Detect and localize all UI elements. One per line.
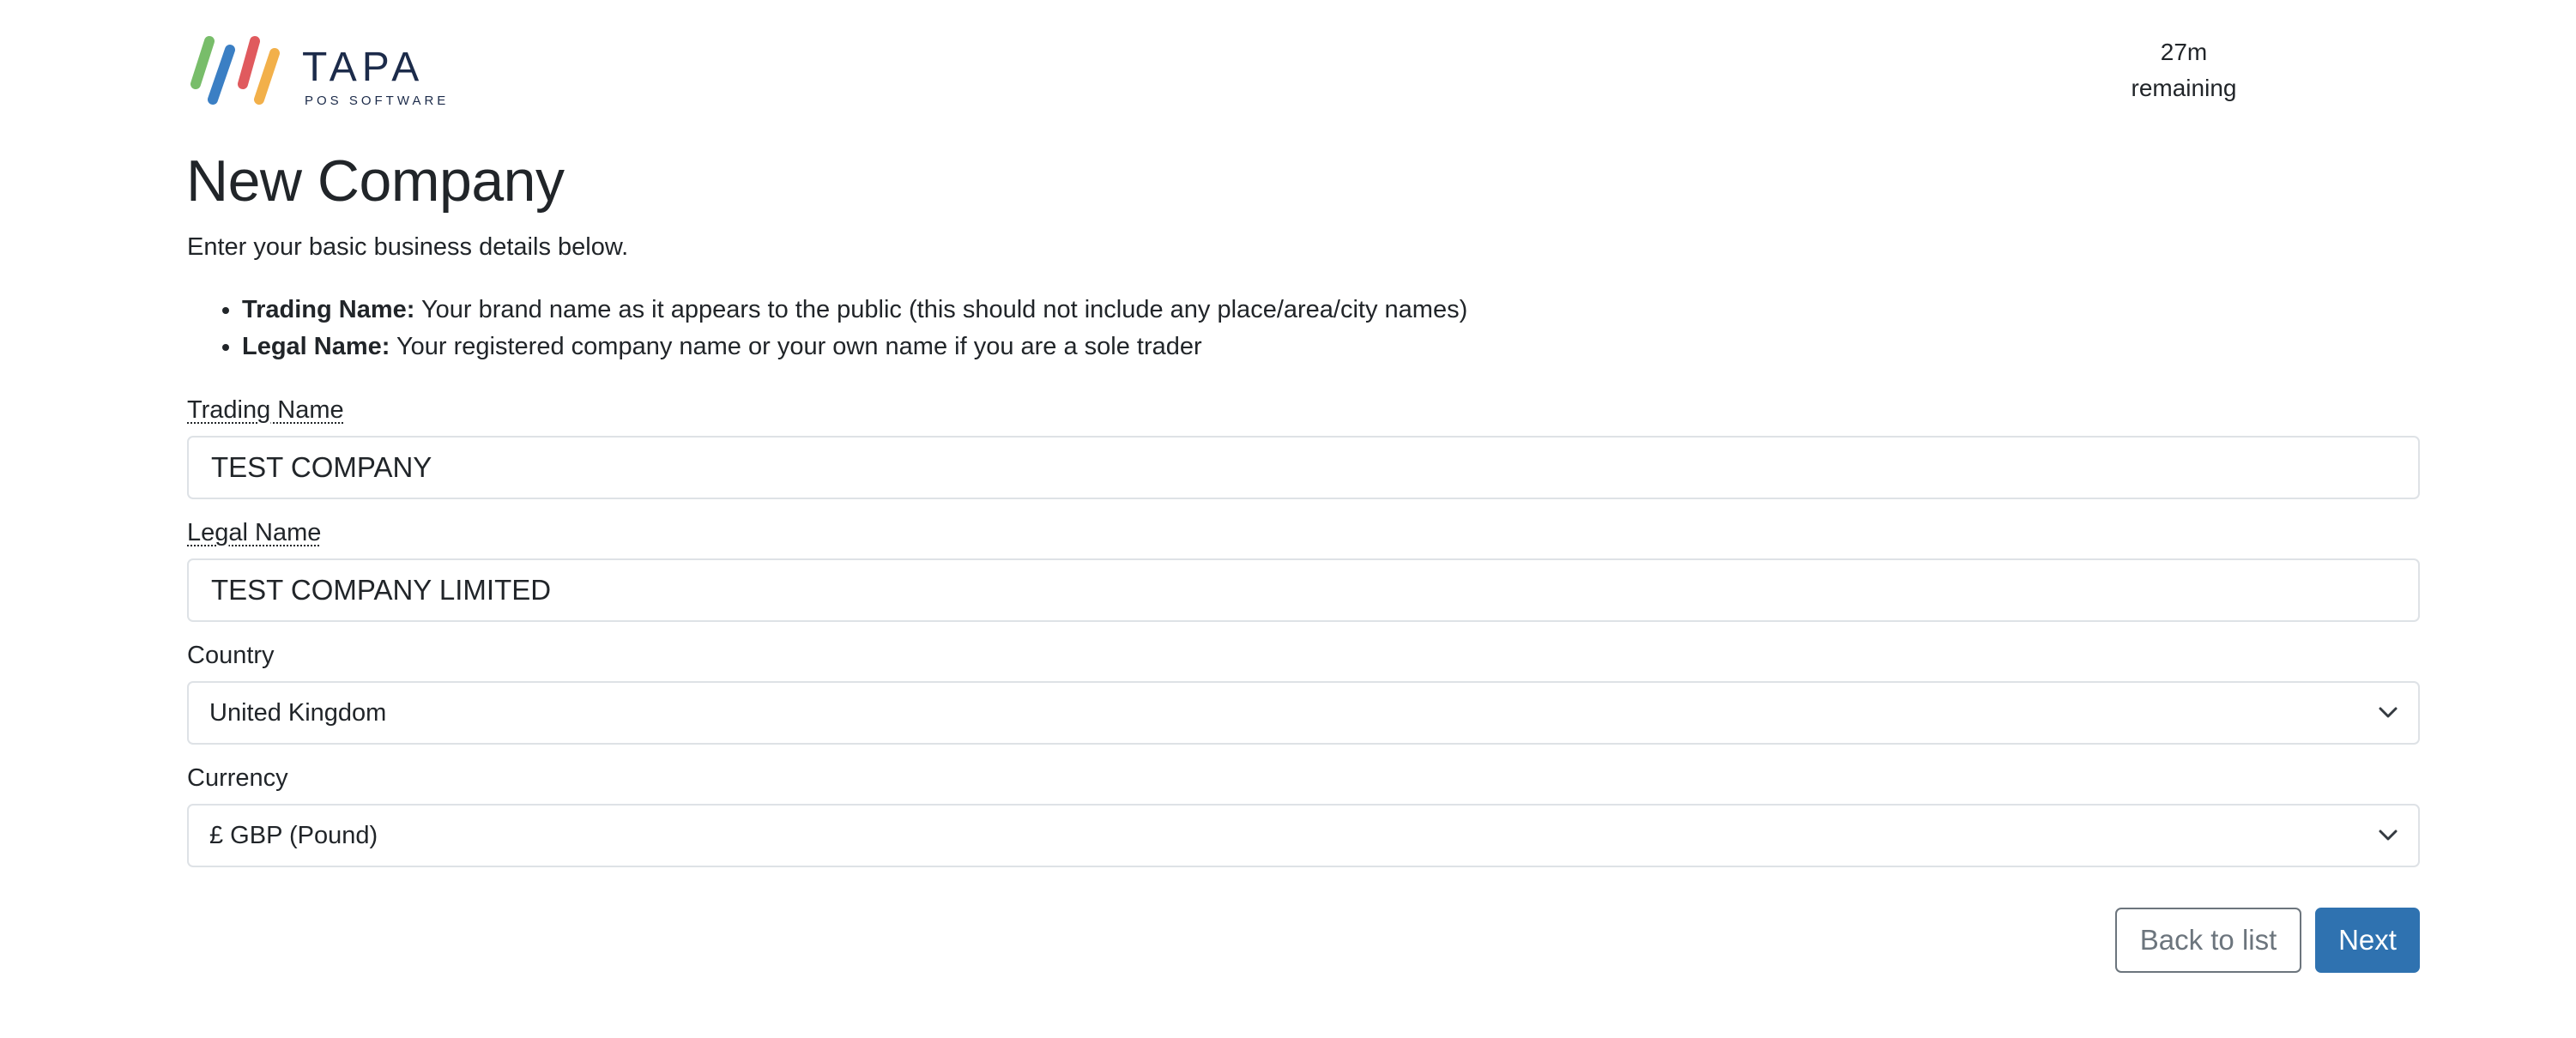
next-button[interactable]: Next bbox=[2315, 908, 2420, 973]
hint-trading-name: Trading Name: Your brand name as it appe… bbox=[242, 292, 1467, 329]
trading-name-field[interactable] bbox=[187, 436, 2420, 499]
currency-selected-value: £ GBP (Pound) bbox=[209, 821, 378, 849]
back-to-list-button[interactable]: Back to list bbox=[2115, 908, 2301, 973]
currency-label: Currency bbox=[187, 764, 288, 792]
tapa-logo[interactable]: TAPA POS SOFTWARE bbox=[187, 34, 453, 108]
hint-term: Legal Name: bbox=[242, 333, 390, 360]
session-timer: 27m remaining bbox=[2119, 34, 2248, 106]
hint-term: Trading Name: bbox=[242, 296, 415, 323]
hint-legal-name: Legal Name: Your registered company name… bbox=[242, 329, 1467, 365]
legal-name-field[interactable] bbox=[187, 558, 2420, 622]
hint-description: Your registered company name or your own… bbox=[390, 333, 1202, 360]
trading-name-label: Trading Name bbox=[187, 396, 344, 424]
brand-tagline: POS SOFTWARE bbox=[305, 94, 449, 108]
country-select[interactable]: United Kingdom bbox=[187, 681, 2420, 745]
currency-select[interactable]: £ GBP (Pound) bbox=[187, 804, 2420, 867]
legal-name-label: Legal Name bbox=[187, 519, 322, 546]
country-selected-value: United Kingdom bbox=[209, 698, 387, 727]
timer-value: 27m bbox=[2160, 39, 2208, 65]
chevron-down-icon bbox=[2379, 707, 2398, 718]
hint-description: Your brand name as it appears to the pub… bbox=[414, 296, 1468, 323]
intro-text: Enter your basic business details below. bbox=[187, 233, 629, 261]
brand-name: TAPA bbox=[302, 45, 424, 90]
page-title: New Company bbox=[186, 148, 565, 214]
trading-name-input[interactable] bbox=[189, 438, 2418, 498]
legal-name-input[interactable] bbox=[189, 560, 2418, 620]
chevron-down-icon bbox=[2379, 830, 2398, 841]
tapa-logo-icon: TAPA POS SOFTWARE bbox=[190, 36, 449, 108]
field-hints-list: Trading Name: Your brand name as it appe… bbox=[187, 292, 1467, 365]
new-company-page: TAPA POS SOFTWARE 27m remaining New Comp… bbox=[0, 0, 2576, 1038]
timer-label: remaining bbox=[2131, 75, 2237, 101]
country-label: Country bbox=[187, 642, 275, 669]
